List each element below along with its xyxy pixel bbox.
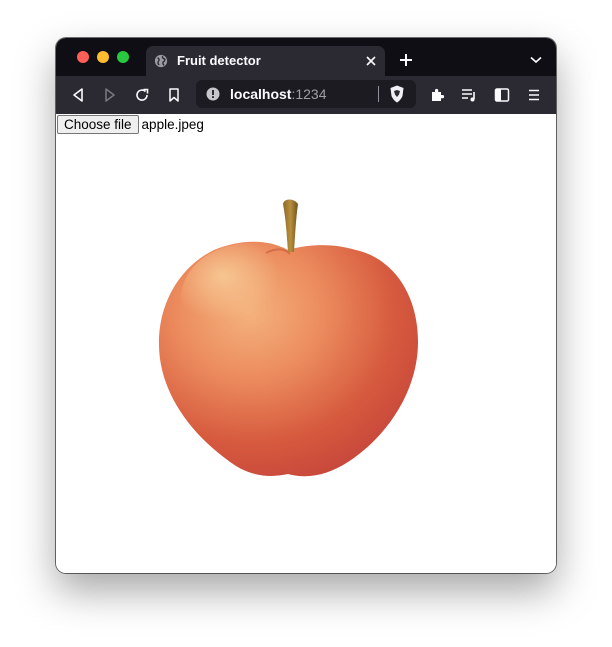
- forward-icon[interactable]: [102, 87, 118, 103]
- tab-bar: Fruit detector: [56, 38, 556, 76]
- url-port: :1234: [291, 86, 327, 102]
- navigation-toolbar: localhost:1234: [56, 76, 556, 114]
- media-icon[interactable]: [461, 87, 477, 103]
- site-info-icon[interactable]: [206, 87, 220, 101]
- new-tab-icon[interactable]: [399, 53, 413, 67]
- brave-shield-icon[interactable]: [389, 85, 405, 103]
- url-host: localhost: [230, 86, 292, 102]
- url-text: localhost:1234: [230, 86, 327, 102]
- tab-title: Fruit detector: [177, 53, 261, 68]
- file-input: Choose file apple.jpeg: [57, 115, 204, 134]
- close-window-button[interactable]: [77, 51, 89, 63]
- bookmark-icon[interactable]: [166, 87, 182, 103]
- minimize-window-button[interactable]: [97, 51, 109, 63]
- sidebar-icon[interactable]: [494, 87, 510, 103]
- browser-window: Fruit detector localhost:1234 Choose fil…: [56, 38, 556, 573]
- globe-icon: [154, 54, 168, 68]
- menu-icon[interactable]: [526, 87, 542, 103]
- address-bar-divider: [378, 86, 379, 102]
- apple-image: [158, 199, 418, 477]
- tab-fruit-detector[interactable]: Fruit detector: [146, 46, 385, 76]
- address-bar[interactable]: localhost:1234: [196, 80, 416, 108]
- choose-file-button[interactable]: Choose file: [57, 115, 139, 134]
- back-icon[interactable]: [70, 87, 86, 103]
- page-content: Choose file apple.jpeg: [56, 114, 556, 573]
- chevron-down-icon[interactable]: [530, 56, 542, 64]
- reload-icon[interactable]: [134, 87, 150, 103]
- zoom-window-button[interactable]: [117, 51, 129, 63]
- close-tab-icon[interactable]: [365, 55, 377, 67]
- extensions-icon[interactable]: [429, 87, 445, 103]
- selected-file-name: apple.jpeg: [141, 117, 204, 132]
